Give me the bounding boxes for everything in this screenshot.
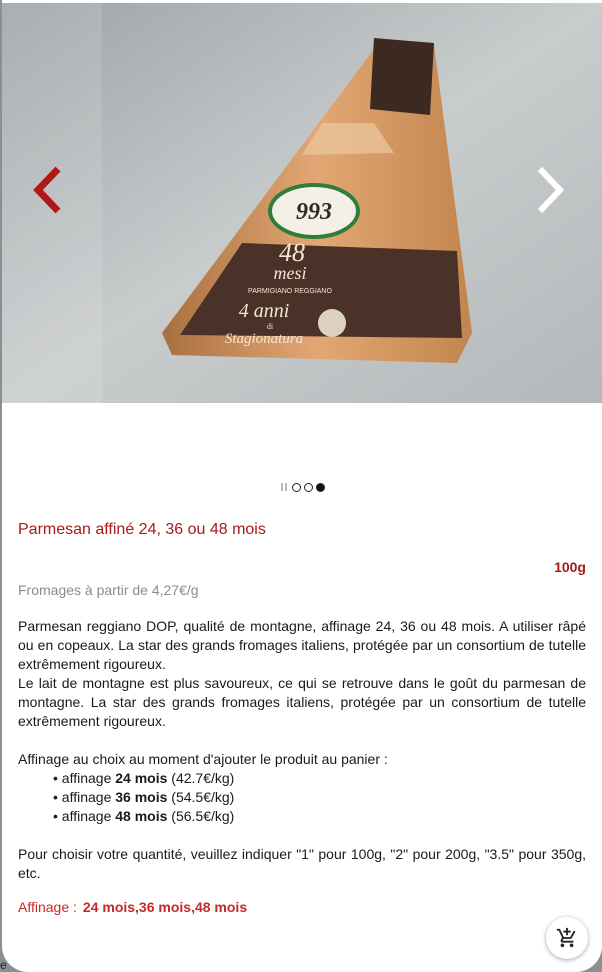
label-months: mesi — [274, 263, 307, 283]
edge-text: e — [0, 958, 7, 972]
affinage-intro: Affinage au choix au moment d'ajouter le… — [18, 751, 388, 767]
product-image-gallery[interactable]: 993 48 mesi PARMIGIANO REGGIANO 4 anni d… — [2, 3, 602, 403]
chevron-left-icon — [33, 166, 61, 214]
affinage-option: affinage 48 mois (56.5€/kg) — [53, 807, 586, 826]
affinage-option: affinage 36 mois (54.5€/kg) — [53, 788, 586, 807]
description-paragraph-2: Le lait de montagne est plus savoureux, … — [18, 675, 586, 729]
gallery-next-button[interactable] — [530, 165, 570, 215]
variant-values: 24 mois,36 mois,48 mois — [82, 899, 248, 915]
gallery-dot-4[interactable] — [316, 482, 325, 492]
quantity-note: Pour choisir votre quantité, veuillez in… — [18, 846, 586, 881]
affinage-options-list: affinage 24 mois (42.7€/kg) affinage 36 … — [18, 769, 586, 826]
label-stagionatura: Stagionatura — [225, 331, 303, 347]
product-unit: 100g — [554, 559, 586, 575]
product-sheet: 993 48 mesi PARMIGIANO REGGIANO 4 anni d… — [2, 0, 602, 972]
chevron-right-icon — [537, 166, 565, 214]
affinage-option: affinage 24 mois (42.7€/kg) — [53, 769, 586, 788]
description-paragraph-1: Parmesan reggiano DOP, qualité de montag… — [18, 618, 586, 672]
add-to-cart-button[interactable] — [546, 917, 588, 959]
gallery-dot-3[interactable] — [304, 482, 313, 492]
variant-line: Affinage : 24 mois,36 mois,48 mois — [18, 899, 247, 915]
price-from-text: Fromages à partir de 4,27€/g — [18, 582, 199, 598]
label-di: di — [267, 322, 274, 331]
label-product: PARMIGIANO REGGIANO — [248, 288, 332, 295]
product-title: Parmesan affiné 24, 36 ou 48 mois — [18, 521, 266, 538]
gallery-dot-2[interactable] — [292, 482, 301, 492]
label-brand: 993 — [296, 199, 332, 225]
gallery-prev-button[interactable] — [28, 165, 68, 215]
gallery-thumb-1[interactable] — [279, 482, 289, 492]
add-to-cart-icon — [556, 927, 576, 948]
product-description: Parmesan reggiano DOP, qualité de montag… — [18, 617, 586, 883]
label-years: 4 anni — [239, 300, 290, 322]
gallery-pagination — [2, 482, 602, 492]
variant-label: Affinage : — [18, 899, 77, 915]
